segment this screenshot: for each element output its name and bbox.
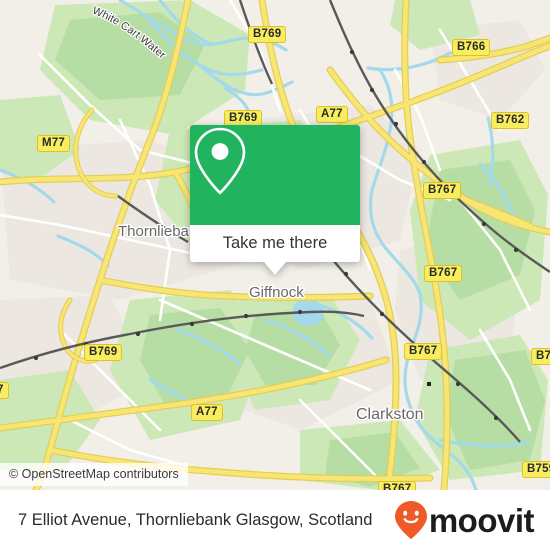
take-me-there-button[interactable]: Take me there xyxy=(190,225,360,275)
address-title: 7 Elliot Avenue, Thornliebank Glasgow, S… xyxy=(18,510,373,529)
footer-bar: 7 Elliot Avenue, Thornliebank Glasgow, S… xyxy=(0,490,550,550)
location-pin-icon xyxy=(194,127,246,195)
road-shield[interactable]: A77 xyxy=(191,404,223,421)
location-popup[interactable]: Take me there xyxy=(190,125,360,275)
osm-attribution[interactable]: © OpenStreetMap contributors xyxy=(0,463,188,486)
map-page: White Cart Water B769 B766 B769 A77 B762… xyxy=(0,0,550,550)
place-label-clarkston: Clarkston xyxy=(356,406,424,423)
road-shield[interactable]: B767 xyxy=(378,481,417,490)
moovit-smiley-pin-icon xyxy=(394,501,427,539)
popup-icon-area xyxy=(190,125,360,225)
popup-tail xyxy=(264,262,286,275)
road-shield[interactable]: B767 xyxy=(404,343,443,360)
road-shield[interactable]: B7 xyxy=(531,348,550,365)
road-shield[interactable]: A77 xyxy=(316,106,348,123)
moovit-wordmark: moovit xyxy=(428,501,535,539)
road-shield[interactable]: B762 xyxy=(491,112,530,129)
road-shield[interactable]: B759 xyxy=(522,461,550,478)
road-shield[interactable]: B767 xyxy=(423,182,462,199)
road-shield[interactable]: B769 xyxy=(84,344,123,361)
take-me-there-label: Take me there xyxy=(222,234,328,252)
place-label-giffnock: Giffnock xyxy=(249,284,304,301)
map-canvas[interactable]: White Cart Water B769 B766 B769 A77 B762… xyxy=(0,0,550,490)
road-shield[interactable]: 7 xyxy=(0,382,9,399)
moovit-logo[interactable]: moovit xyxy=(394,500,535,540)
road-shield[interactable]: B767 xyxy=(424,265,463,282)
road-shield[interactable]: B769 xyxy=(248,26,287,43)
road-shield[interactable]: M77 xyxy=(37,135,70,152)
road-shield[interactable]: B766 xyxy=(452,39,491,56)
